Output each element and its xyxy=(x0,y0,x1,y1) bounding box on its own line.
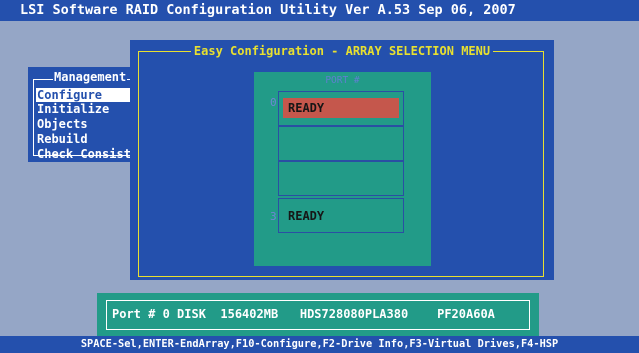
port-selection-panel: PORT # 0 READY 3 READY xyxy=(254,72,431,266)
port-slot-2[interactable] xyxy=(278,161,404,196)
port-header: PORT # xyxy=(325,75,360,86)
port-number-3: 3 xyxy=(270,210,277,223)
port-number-0: 0 xyxy=(270,96,277,109)
port-slot-3[interactable]: READY xyxy=(278,198,404,233)
port-slot-1[interactable] xyxy=(278,126,404,161)
menu-item-configure[interactable]: Configure xyxy=(36,88,132,102)
menu-item-check-consistency[interactable]: Check Consist xyxy=(36,147,139,161)
title-bar: LSI Software RAID Configuration Utility … xyxy=(0,0,639,21)
easy-configuration-title-wrap: Easy Configuration - ARRAY SELECTION MEN… xyxy=(130,42,554,60)
port-slot-0[interactable]: READY xyxy=(278,91,404,126)
menu-item-objects[interactable]: Objects xyxy=(36,117,139,131)
management-menu: Management Configure Initialize Objects … xyxy=(28,67,138,162)
easy-configuration-title: Easy Configuration - ARRAY SELECTION MEN… xyxy=(190,44,494,58)
status-bar: SPACE-Sel,ENTER-EndArray,F10-Configure,F… xyxy=(0,336,639,353)
menu-item-rebuild[interactable]: Rebuild xyxy=(36,132,139,146)
disk-info-text: Port # 0 DISK 156402MB HDS728080PLA380 P… xyxy=(106,300,530,330)
port-slot-status: READY xyxy=(288,209,325,223)
port-slot-status: READY xyxy=(288,101,325,115)
management-menu-title: Management xyxy=(53,70,128,84)
disk-info-panel: Port # 0 DISK 156402MB HDS728080PLA380 P… xyxy=(97,293,539,337)
menu-item-initialize[interactable]: Initialize xyxy=(36,102,139,116)
